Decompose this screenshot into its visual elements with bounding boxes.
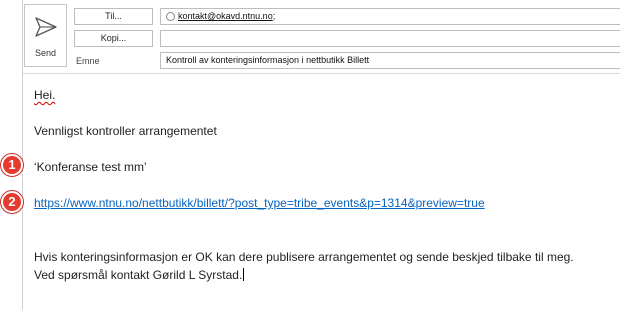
message-header: Send Til... kontakt@okavd.ntnu.no ; Kopi…	[23, 0, 620, 72]
to-button[interactable]: Til...	[74, 8, 153, 25]
greeting-line: Hei.	[34, 88, 55, 102]
text-cursor	[243, 268, 245, 281]
cc-field[interactable]	[160, 30, 620, 47]
to-recipient[interactable]: kontakt@okavd.ntnu.no ;	[166, 11, 275, 21]
recipient-address: kontakt@okavd.ntnu.no	[178, 11, 273, 21]
subject-label: Emne	[76, 56, 100, 66]
step-marker-1: 1	[1, 154, 23, 176]
send-icon	[34, 17, 57, 37]
contact-text: Ved spørsmål kontakt Gørild L Syrstad.	[34, 268, 243, 282]
event-preview-link[interactable]: https://www.ntnu.no/nettbutikk/billett/?…	[34, 196, 485, 210]
cc-button[interactable]: Kopi...	[74, 30, 153, 47]
send-button[interactable]: Send	[24, 4, 67, 67]
header-divider	[23, 73, 620, 74]
event-name: ‘Konferanse test mm’	[34, 160, 147, 174]
greeting: Hei.	[34, 88, 56, 102]
contact-presence-icon	[166, 11, 175, 21]
recipient-separator: ;	[272, 11, 276, 21]
step-marker-2: 2	[1, 191, 23, 213]
subject-field[interactable]: Kontroll av konteringsinformasjon i nett…	[160, 52, 620, 69]
publish-instruction-line: Hvis konteringsinformasjon er OK kan der…	[34, 250, 574, 264]
event-link-line: https://www.ntnu.no/nettbutikk/billett/?…	[34, 196, 485, 210]
instruction-line: Vennligst kontroller arrangementet	[34, 124, 217, 138]
contact-line: Ved spørsmål kontakt Gørild L Syrstad.	[34, 268, 245, 282]
send-label: Send	[34, 48, 57, 58]
subject-value: Kontroll av konteringsinformasjon i nett…	[166, 55, 370, 65]
to-field[interactable]: kontakt@okavd.ntnu.no ;	[160, 8, 620, 25]
